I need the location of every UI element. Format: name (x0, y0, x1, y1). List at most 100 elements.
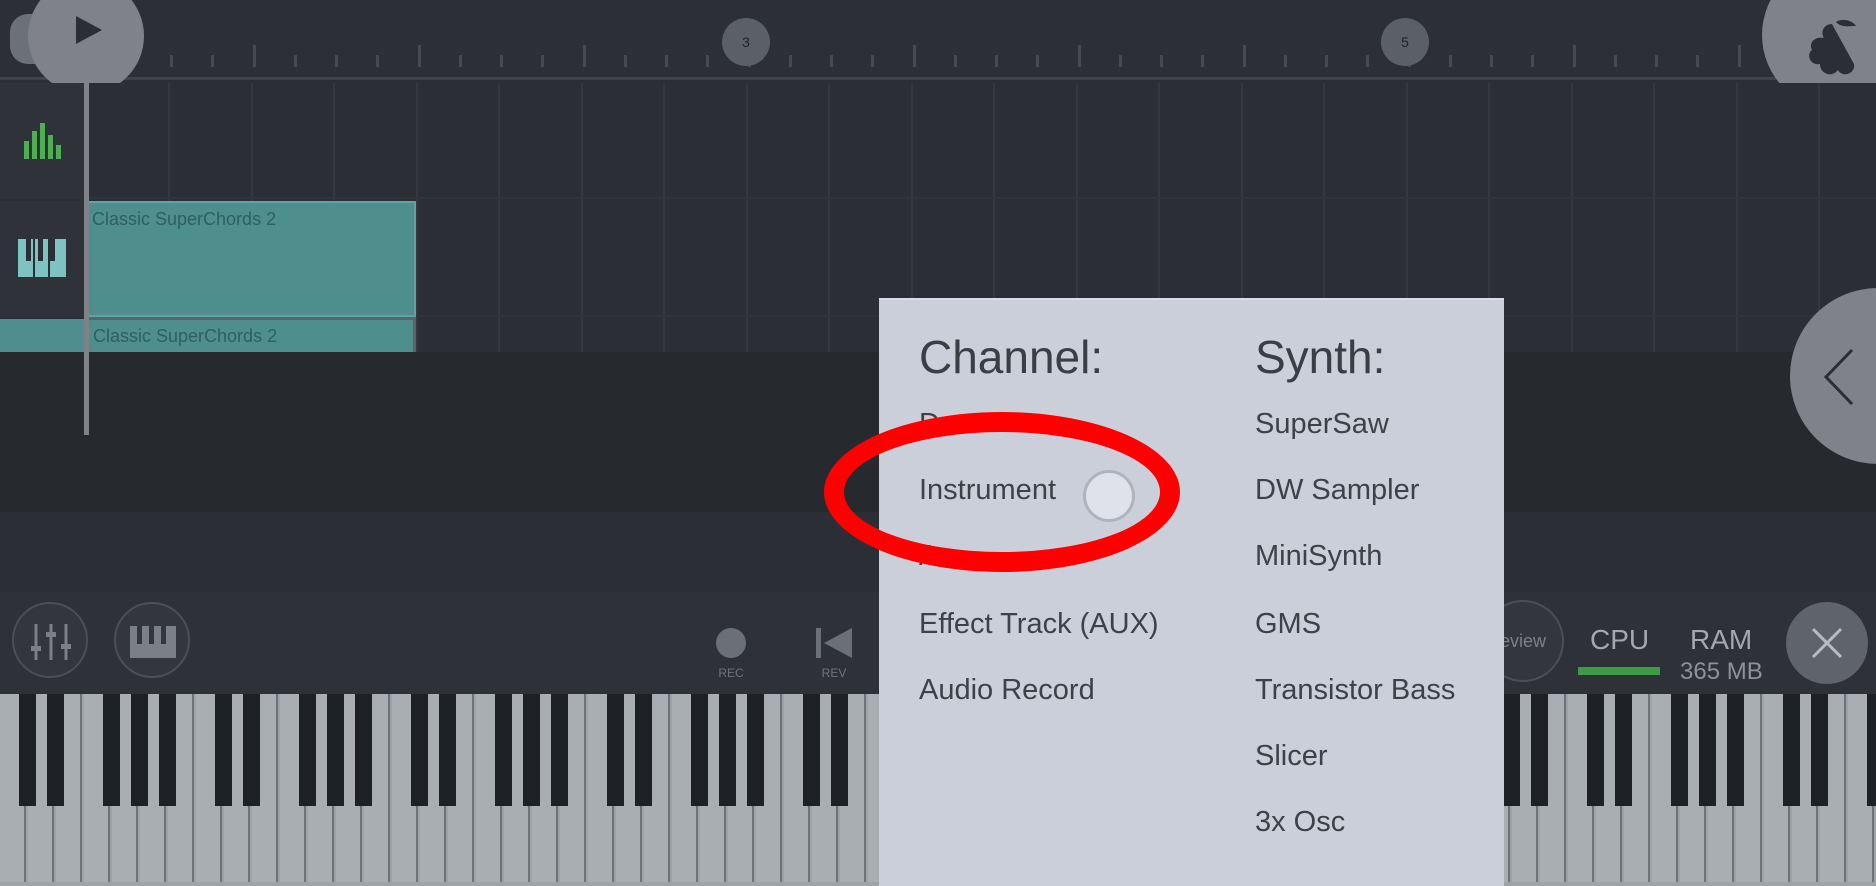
ruler-tick (1119, 55, 1122, 67)
black-key[interactable] (495, 694, 512, 806)
black-key[interactable] (1811, 694, 1828, 806)
ruler-tick (500, 55, 503, 67)
ruler-tick (1201, 55, 1204, 67)
black-key[interactable] (691, 694, 708, 806)
black-key[interactable] (1727, 694, 1744, 806)
ruler-tick (913, 45, 916, 67)
pattern-clip[interactable]: Classic SuperChords 2 (86, 201, 416, 317)
cpu-label: CPU (1590, 624, 1650, 655)
black-key[interactable] (19, 694, 36, 806)
ruler-tick (1078, 45, 1081, 67)
black-key[interactable] (355, 694, 372, 806)
synth-item-dw-sampler[interactable]: DW Sampler (1255, 474, 1419, 507)
ram-label: RAM (1690, 624, 1753, 655)
black-key[interactable] (1867, 694, 1876, 806)
cpu-meter (1578, 667, 1660, 675)
black-key[interactable] (551, 694, 568, 806)
close-button[interactable] (1786, 602, 1868, 684)
piano-keys-icon (18, 239, 66, 277)
black-key[interactable] (215, 694, 232, 806)
synth-item-minisynth[interactable]: MiniSynth (1255, 540, 1382, 573)
ruler-tick (665, 55, 668, 67)
track-header[interactable] (0, 83, 84, 199)
channel-column-title: Channel: (919, 331, 1104, 383)
synth-column-title: Synth: (1255, 331, 1386, 383)
skip-back-icon[interactable] (816, 626, 854, 660)
rec-label: REC (718, 666, 744, 680)
ruler-tick (211, 55, 214, 67)
black-key[interactable] (1587, 694, 1604, 806)
synth-item-supersaw[interactable]: SuperSaw (1255, 408, 1389, 441)
ruler-tick (418, 45, 421, 67)
black-key[interactable] (831, 694, 848, 806)
black-key[interactable] (747, 694, 764, 806)
channel-item-audio-record[interactable]: Audio Record (919, 674, 1095, 707)
mixer-button[interactable] (12, 602, 88, 678)
add-channel-popup: Channel: Synth: D Instrument A Effect Tr… (879, 298, 1504, 886)
ruler-tick (1490, 55, 1493, 67)
ram-value: 365 MB (1680, 658, 1763, 685)
instrument-toggle[interactable] (1083, 470, 1135, 522)
black-key[interactable] (159, 694, 176, 806)
ruler-tick (1366, 55, 1369, 67)
fl-fruit-logo-icon (1809, 19, 1856, 75)
black-key[interactable] (299, 694, 316, 806)
track-row[interactable] (0, 83, 1876, 199)
synth-item-gms[interactable]: GMS (1255, 608, 1321, 641)
black-key[interactable] (635, 694, 652, 806)
ruler-tick (335, 55, 338, 67)
ruler-tick (1738, 45, 1741, 67)
black-key[interactable] (1699, 694, 1716, 806)
ruler-tick (954, 55, 957, 67)
black-key[interactable] (131, 694, 148, 806)
play-icon (76, 16, 102, 44)
ruler-tick (706, 55, 709, 67)
synth-item-slicer[interactable]: Slicer (1255, 740, 1328, 773)
ruler-tick (1160, 55, 1163, 67)
ruler-tick (253, 45, 256, 67)
ruler-tick (583, 45, 586, 67)
record-button[interactable] (716, 628, 746, 658)
ruler-tick (1449, 55, 1452, 67)
ruler-tick (294, 55, 297, 67)
channel-item-effect-track[interactable]: Effect Track (AUX) (919, 608, 1159, 641)
mixer-sliders-icon (31, 624, 71, 660)
clip-label: Classic SuperChords 2 (92, 209, 277, 229)
ruler-tick (995, 55, 998, 67)
timeline-ruler[interactable]: 3 5 (0, 0, 1876, 80)
black-key[interactable] (1503, 694, 1520, 806)
piano-roll-button[interactable] (114, 602, 190, 678)
black-key[interactable] (719, 694, 736, 806)
black-key[interactable] (1671, 694, 1688, 806)
playhead[interactable] (84, 80, 89, 435)
close-icon (1811, 627, 1843, 659)
black-key[interactable] (243, 694, 260, 806)
black-key[interactable] (523, 694, 540, 806)
black-key[interactable] (1531, 694, 1548, 806)
black-key[interactable] (439, 694, 456, 806)
ruler-tick (871, 55, 874, 67)
ruler-tick (789, 55, 792, 67)
black-key[interactable] (103, 694, 120, 806)
ruler-tick (1243, 45, 1246, 67)
channel-item-audio-clip[interactable]: A (919, 540, 938, 573)
black-key[interactable] (411, 694, 428, 806)
black-key[interactable] (803, 694, 820, 806)
ruler-tick (1531, 55, 1534, 67)
black-key[interactable] (607, 694, 624, 806)
black-key[interactable] (327, 694, 344, 806)
synth-item-transistor-bass[interactable]: Transistor Bass (1255, 674, 1455, 707)
channel-item-instrument[interactable]: Instrument (919, 474, 1056, 507)
bar-marker-3[interactable]: 3 (722, 18, 770, 66)
black-key[interactable] (1783, 694, 1800, 806)
ruler-tick (376, 55, 379, 67)
track-header[interactable] (0, 201, 84, 317)
black-key[interactable] (1615, 694, 1632, 806)
mixer-bars-icon (24, 123, 61, 159)
channel-item-drum[interactable]: D (919, 408, 940, 441)
synth-item-3x-osc[interactable]: 3x Osc (1255, 806, 1345, 839)
rev-label: REV (821, 666, 847, 680)
black-key[interactable] (47, 694, 64, 806)
ruler-tick (624, 55, 627, 67)
bar-marker-5[interactable]: 5 (1381, 18, 1429, 66)
